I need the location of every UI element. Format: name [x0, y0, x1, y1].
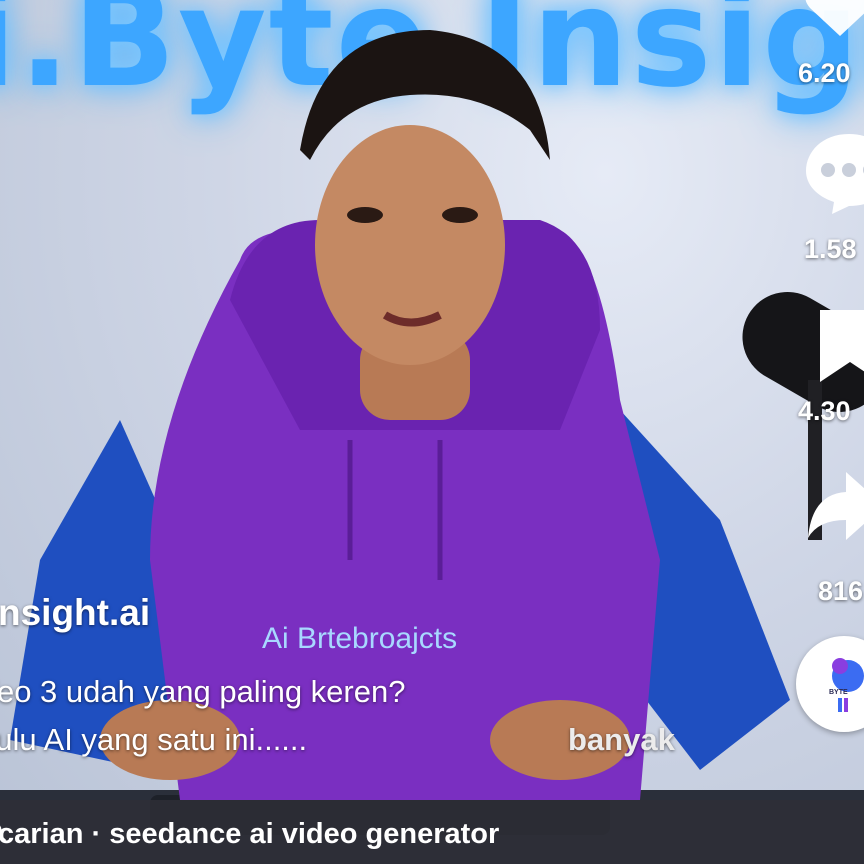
comment-count: 1.58	[804, 234, 857, 264]
comment-button[interactable]: 1.58	[800, 126, 864, 276]
share-arrow-icon	[808, 472, 864, 540]
search-suggestion[interactable]: carian · seedance ai video generator	[0, 818, 499, 851]
avatar-label: BYTE	[829, 689, 848, 696]
caption-line: Veo 3 udah yang paling keren?	[0, 674, 406, 709]
share-button[interactable]: 816	[800, 466, 864, 606]
bookmark-icon	[820, 310, 864, 382]
caption-line: dulu AI yang satu ini......	[0, 722, 308, 757]
save-button[interactable]: 4.30	[798, 306, 864, 436]
comment-bubble-icon	[806, 134, 864, 214]
save-count: 4.30	[798, 396, 851, 426]
share-count: 816	[818, 576, 864, 606]
post-author[interactable]: nsight.ai	[0, 592, 150, 634]
see-more-button[interactable]: banyak	[568, 722, 675, 758]
like-count: 6.20	[798, 58, 851, 88]
like-button[interactable]: 6.20	[798, 0, 864, 90]
heart-icon	[805, 0, 864, 36]
